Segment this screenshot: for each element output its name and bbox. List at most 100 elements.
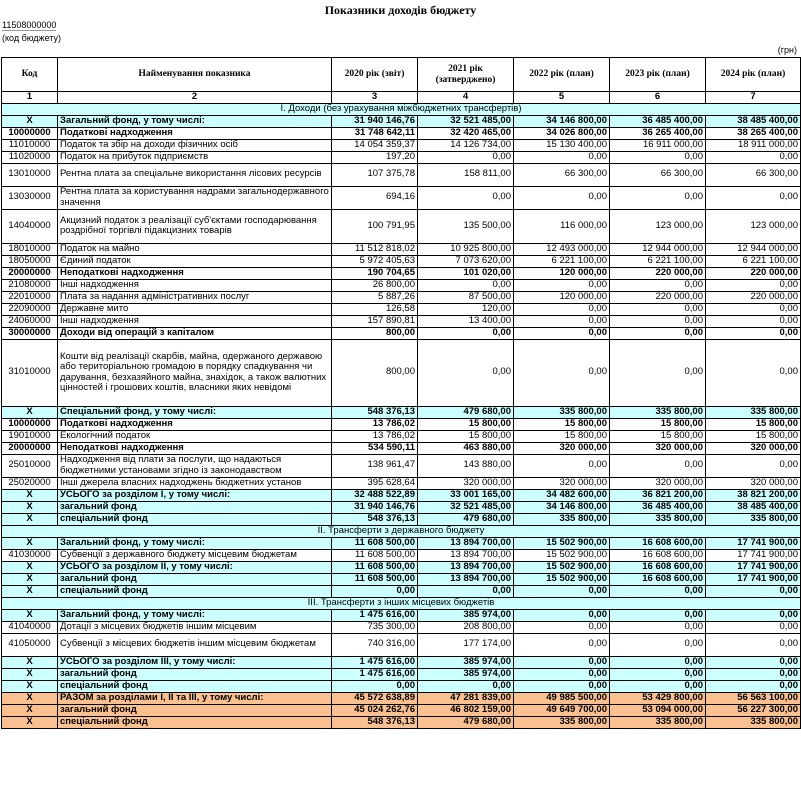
table-row: 41040000 Дотації з місцевих бюджетів інши…: [1, 620, 801, 634]
row-name: загальний фонд: [57, 500, 332, 514]
row-value: 335 800,00: [513, 512, 610, 526]
row-value: 385 974,00: [417, 655, 514, 669]
row-value: 157 890,81: [331, 314, 418, 328]
row-code: 25020000: [1, 476, 58, 490]
row-code: X: [1, 488, 58, 502]
table-row: 31010000 Кошти від реалізації скарбів, ма…: [1, 338, 801, 407]
row-name: Доходи від операцій з капіталом: [57, 326, 332, 340]
summary-row: X УСЬОГО за розділом I, у тому числі: 32 4…: [1, 488, 801, 502]
table-row: 13030000 Рентна плата за користування над…: [1, 185, 801, 210]
row-name: Рентна плата за користування надрами заг…: [57, 185, 332, 210]
row-value: 123 000,00: [609, 208, 706, 244]
column-number: 6: [609, 91, 706, 104]
budget-code-caption: (код бюджету): [2, 33, 62, 43]
row-value: 0,00: [513, 584, 610, 598]
row-value: 16 608 600,00: [609, 572, 706, 586]
row-value: 0,00: [609, 185, 706, 210]
row-value: 548 376,13: [331, 512, 418, 526]
row-code: X: [1, 536, 58, 550]
row-value: 15 502 900,00: [513, 548, 610, 562]
header-2022: 2022 рік (план): [513, 57, 610, 92]
row-value: 11 512 818,02: [331, 242, 418, 256]
row-value: 31 748 642,11: [331, 126, 418, 140]
table-row: 11020000 Податок на прибуток підприємств 1…: [1, 150, 801, 164]
section-header-row: II. Трансферти з державного бюджету: [1, 524, 801, 538]
row-value: 36 485 400,00: [609, 114, 706, 128]
row-value: 320 000,00: [705, 476, 801, 490]
row-value: 15 800,00: [513, 429, 610, 443]
summary-row: Xспеціальний фонд 548 376,13 479 680,00 335…: [1, 512, 801, 526]
row-value: 34 146 800,00: [513, 114, 610, 128]
row-name: спеціальний фонд: [57, 715, 332, 729]
row-value: 534 590,11: [331, 441, 418, 455]
row-value: 13 894 700,00: [417, 548, 514, 562]
row-value: 38 265 400,00: [705, 126, 801, 140]
row-value: 0,00: [417, 278, 514, 292]
row-value: 220 000,00: [609, 266, 706, 280]
row-value: 395 628,64: [331, 476, 418, 490]
row-value: 32 420 465,00: [417, 126, 514, 140]
row-code: X: [1, 655, 58, 669]
row-name: УСЬОГО за розділом I, у тому числі:: [57, 488, 332, 502]
row-name: Рентна плата за спеціальне використання …: [57, 162, 332, 187]
row-name: Інші надходження: [57, 314, 332, 328]
row-value: 0,00: [705, 632, 801, 657]
row-value: 36 485 400,00: [609, 500, 706, 514]
row-value: 197,20: [331, 150, 418, 164]
row-value: 12 944 000,00: [609, 242, 706, 256]
row-code: 10000000: [1, 417, 58, 431]
row-value: 6 221 100,00: [705, 254, 801, 268]
row-value: 320 000,00: [417, 476, 514, 490]
row-code: X: [1, 512, 58, 526]
row-value: 0,00: [331, 584, 418, 598]
row-name: Державне мито: [57, 302, 332, 316]
row-value: 120 000,00: [513, 266, 610, 280]
budget-code: 11508000000: [2, 20, 57, 31]
row-code: 18010000: [1, 242, 58, 256]
row-value: 32 488 522,89: [331, 488, 418, 502]
column-number: 1: [1, 91, 58, 104]
row-value: 5 887,26: [331, 290, 418, 304]
row-value: 0,00: [513, 655, 610, 669]
row-value: 1 475 616,00: [331, 655, 418, 669]
row-value: 87 500,00: [417, 290, 514, 304]
row-value: 120,00: [417, 302, 514, 316]
row-value: 0,00: [513, 679, 610, 693]
row-value: 10 925 800,00: [417, 242, 514, 256]
row-code: X: [1, 500, 58, 514]
row-code: X: [1, 608, 58, 622]
row-name: загальний фонд: [57, 703, 332, 717]
row-value: 0,00: [513, 326, 610, 340]
row-value: 0,00: [705, 608, 801, 622]
row-code: 11020000: [1, 150, 58, 164]
row-code: 24060000: [1, 314, 58, 328]
row-value: 320 000,00: [705, 441, 801, 455]
row-value: 385 974,00: [417, 608, 514, 622]
summary-row: X УСЬОГО за розділом III, у тому числі: 1 …: [1, 655, 801, 669]
table-row: 10000000 Податкові надходження 31 748 642,…: [1, 126, 801, 140]
row-value: 335 800,00: [705, 715, 801, 729]
row-value: 320 000,00: [609, 441, 706, 455]
table-row: 14040000 Акцизний податок з реалізації су…: [1, 208, 801, 244]
row-value: 100 791,95: [331, 208, 418, 244]
row-value: 11 608 500,00: [331, 548, 418, 562]
row-value: 0,00: [609, 667, 706, 681]
row-name: Плата за надання адміністративних послуг: [57, 290, 332, 304]
row-value: 335 800,00: [609, 405, 706, 419]
header-2020: 2020 рік (звіт): [331, 57, 418, 92]
summary-row: X Загальний фонд, у тому числі: 11 608 500…: [1, 536, 801, 550]
row-code: X: [1, 114, 58, 128]
row-value: 13 400,00: [417, 314, 514, 328]
row-value: 13 786,02: [331, 417, 418, 431]
row-value: 16 608 600,00: [609, 548, 706, 562]
row-value: 12 944 000,00: [705, 242, 801, 256]
row-value: 17 741 900,00: [705, 548, 801, 562]
row-value: 6 221 100,00: [513, 254, 610, 268]
row-value: 0,00: [609, 453, 706, 478]
row-name: Спеціальний фонд, у тому числі:: [57, 405, 332, 419]
table-row: 25010000 Надходження від плати за послуги…: [1, 453, 801, 478]
row-value: 548 376,13: [331, 715, 418, 729]
row-value: 135 500,00: [417, 208, 514, 244]
row-code: 13010000: [1, 162, 58, 187]
row-value: 53 094 000,00: [609, 703, 706, 717]
